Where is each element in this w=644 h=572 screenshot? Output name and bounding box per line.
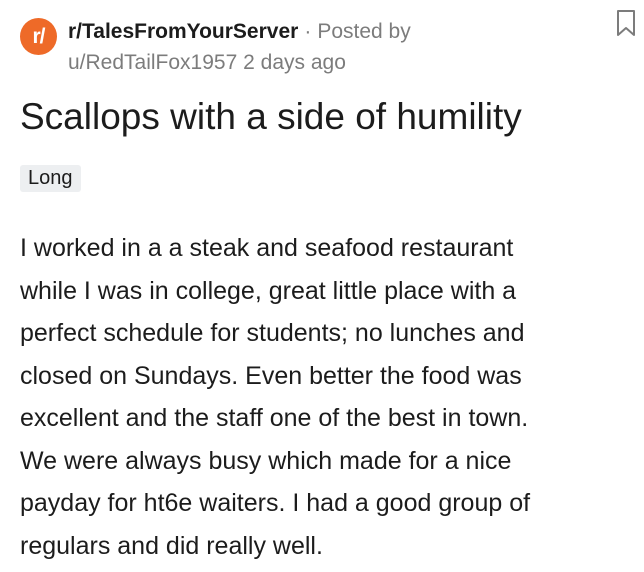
post-age: 2 days ago bbox=[243, 51, 346, 74]
bookmark-icon[interactable] bbox=[612, 8, 640, 38]
body-line: closed on Sundays. Even better the food … bbox=[20, 361, 522, 390]
body-line: perfect schedule for students; no lunche… bbox=[20, 319, 525, 347]
post-body: I worked in a a steak and seafood restau… bbox=[20, 227, 636, 567]
subreddit-icon[interactable]: r/ bbox=[20, 18, 57, 55]
body-line: I worked in a a steak and seafood restau… bbox=[20, 234, 514, 262]
author-link[interactable]: u/RedTailFox1957 bbox=[68, 51, 237, 74]
subreddit-link[interactable]: r/TalesFromYourServer bbox=[68, 20, 298, 43]
body-line: regulars and did really well. bbox=[20, 531, 323, 560]
body-line: while I was in college, great little pla… bbox=[20, 276, 517, 305]
body-line: payday for ht6e waiters. I had a good gr… bbox=[20, 489, 531, 517]
post-header: r/ r/TalesFromYourServer · Posted by u/Red… bbox=[20, 8, 644, 80]
post-meta-author-line: u/RedTailFox1957 2 days ago bbox=[68, 51, 346, 75]
post-title[interactable]: Scallops with a side of humility bbox=[20, 96, 522, 138]
post-meta: r/TalesFromYourServer · Posted by bbox=[68, 20, 411, 44]
body-line: We were always busy which made for a nic… bbox=[20, 446, 512, 475]
post-flair[interactable]: Long bbox=[20, 165, 81, 192]
posted-by-label: Posted by bbox=[317, 20, 411, 43]
meta-separator: · bbox=[304, 20, 312, 43]
body-line: excellent and the staff one of the best … bbox=[20, 404, 529, 432]
